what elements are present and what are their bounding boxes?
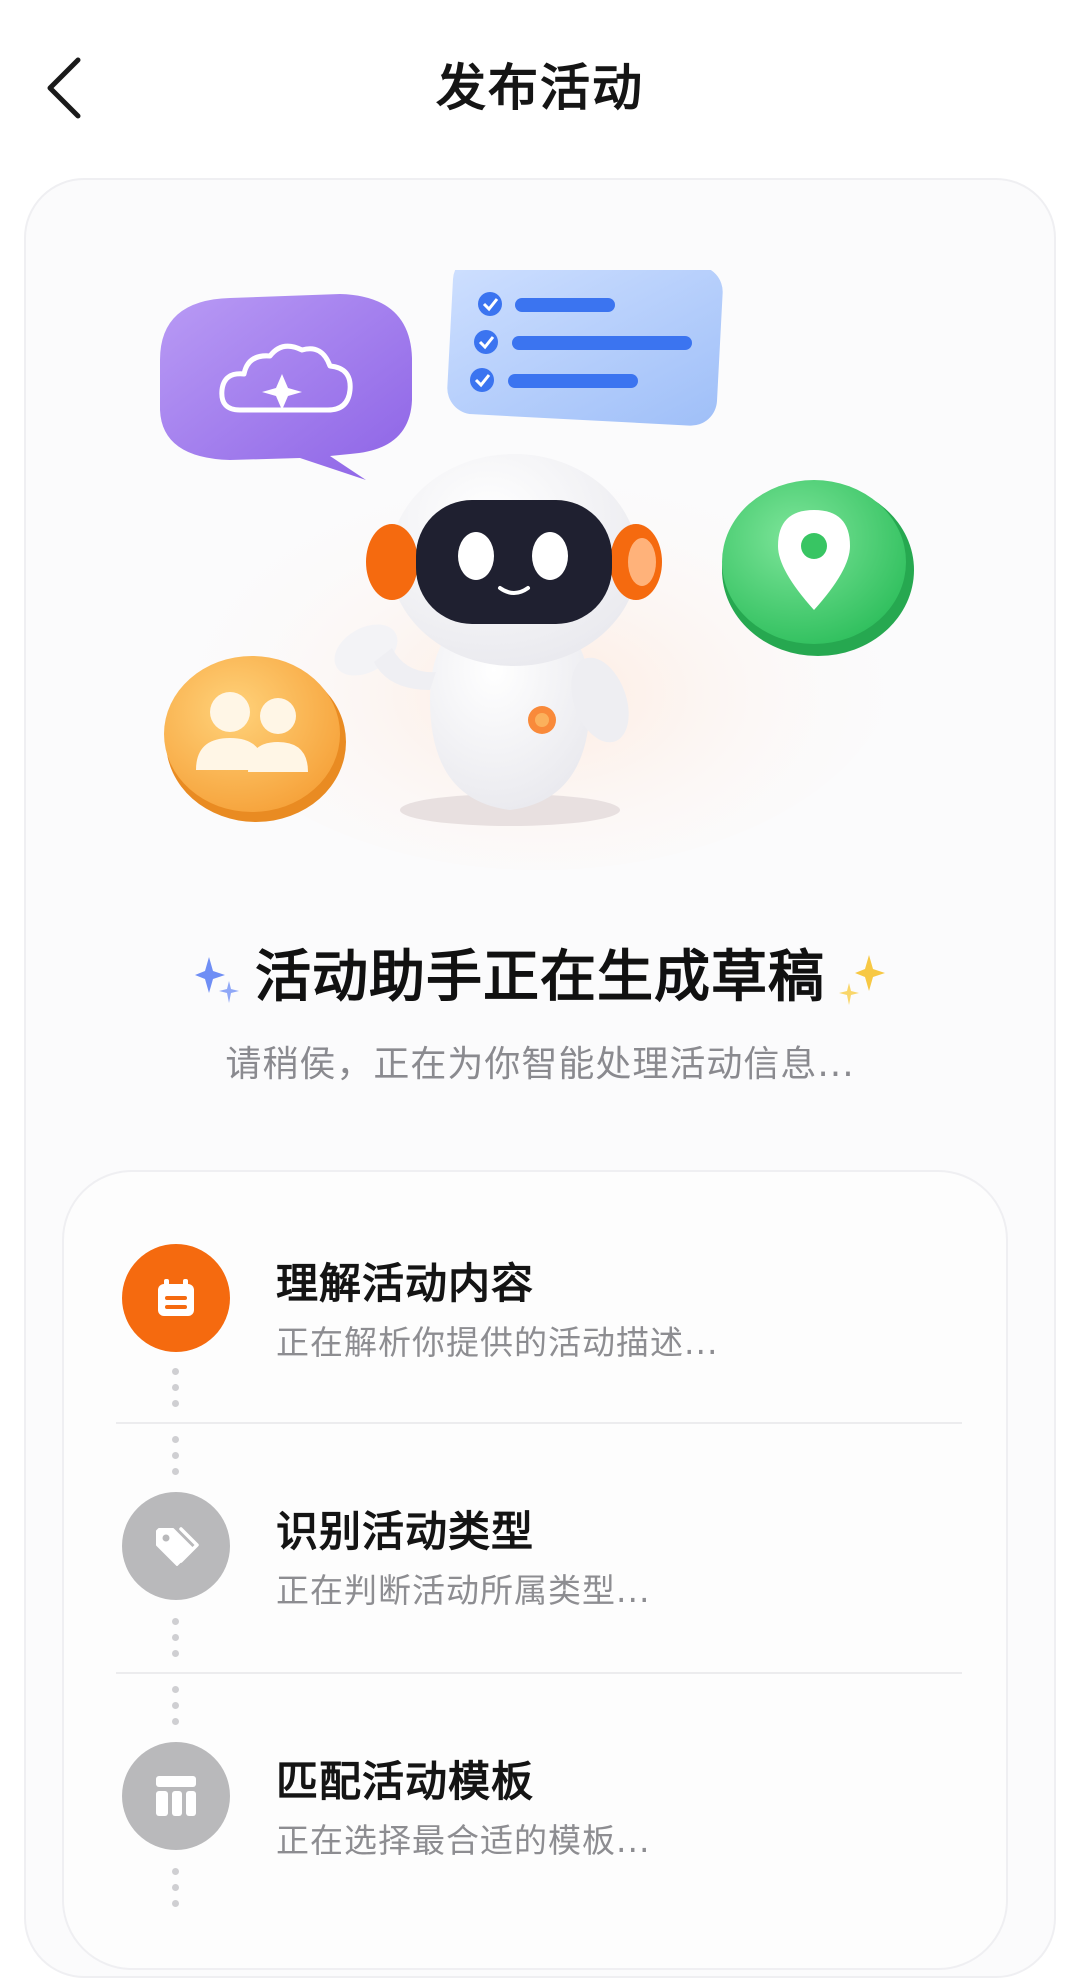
step-title: 匹配活动模板 — [276, 1757, 535, 1806]
step-connector — [172, 1368, 180, 1416]
step-status-active — [122, 1244, 230, 1352]
generation-title: 活动助手正在生成草稿 — [0, 932, 1080, 1013]
step-connector — [172, 1618, 180, 1666]
step-connector — [172, 1436, 180, 1484]
step-item-identify: 识别活动类型 正在判断活动所属类型... — [64, 1422, 1006, 1672]
step-description: 正在选择最合适的模板... — [276, 1821, 651, 1860]
sparkle-icon — [195, 956, 239, 1003]
step-title: 识别活动类型 — [276, 1507, 535, 1556]
step-item-match: 匹配活动模板 正在选择最合适的模板... — [64, 1672, 1006, 1922]
step-connector — [172, 1868, 180, 1916]
checklist-card-icon — [447, 270, 723, 426]
location-pin-icon — [722, 480, 914, 656]
page-title: 发布活动 — [436, 59, 644, 117]
step-item-understand: 理解活动内容 正在解析你提供的活动描述... — [64, 1172, 1006, 1422]
template-icon — [156, 1776, 196, 1816]
step-description: 正在判断活动所属类型... — [276, 1571, 651, 1610]
tag-icon — [156, 1527, 199, 1566]
top-bar: 发布活动 — [0, 0, 1080, 170]
sparkle-icon — [839, 954, 885, 1005]
step-description: 正在解析你提供的活动描述... — [276, 1323, 719, 1362]
assistant-robot-illustration — [160, 270, 914, 870]
step-status-pending — [122, 1742, 230, 1850]
progress-steps-card: 理解活动内容 正在解析你提供的活动描述... 识别活动类型 正在判断活动所属类型… — [62, 1170, 1008, 1970]
step-status-pending — [122, 1492, 230, 1600]
generation-title-text: 活动助手正在生成草稿 — [255, 945, 825, 1010]
cloud-bubble-icon — [160, 294, 412, 480]
step-title: 理解活动内容 — [276, 1259, 535, 1308]
step-connector — [172, 1686, 180, 1734]
calendar-icon — [158, 1279, 194, 1316]
generation-subtitle: 请稍侯，正在为你智能处理活动信息... — [225, 1044, 855, 1085]
